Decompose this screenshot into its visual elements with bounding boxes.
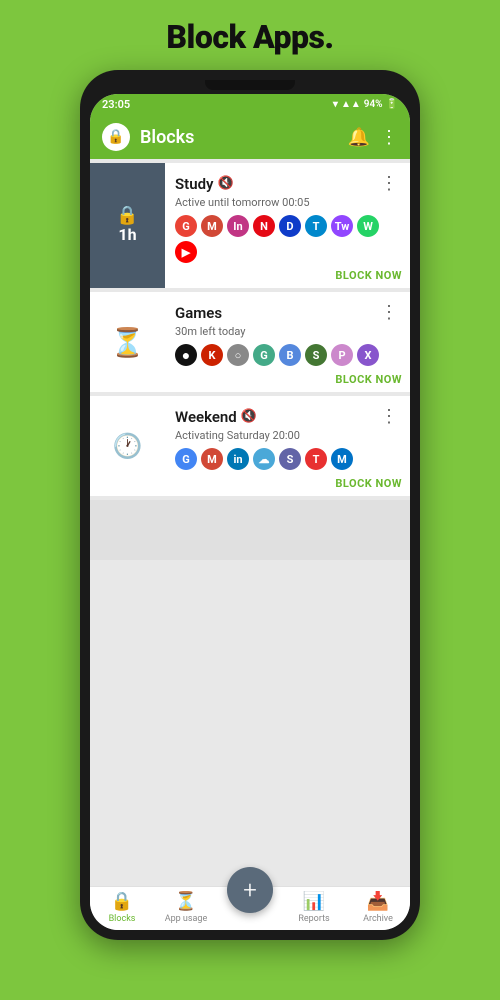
weekend-app-linkedin: in <box>227 448 249 470</box>
app-icon-whatsapp: W <box>357 215 379 237</box>
app-usage-nav-icon: ⏳ <box>175 891 197 912</box>
weekend-name: Weekend <box>175 408 237 426</box>
weekend-app-gmail: M <box>201 448 223 470</box>
games-app-4: G <box>253 344 275 366</box>
study-info: Study 🔇 ⋮ Active until tomorrow 00:05 G … <box>165 163 410 288</box>
phone-notch <box>205 80 295 90</box>
study-subtitle: Active until tomorrow 00:05 <box>175 196 402 209</box>
battery-percent: 94% <box>364 99 383 110</box>
weekend-more-button[interactable]: ⋮ <box>376 406 402 427</box>
games-info: Games ⋮ 30m left today ● K ○ G B S <box>165 292 410 392</box>
study-icon-area: 🔒 1h <box>90 163 165 288</box>
app-icon-gmail: M <box>201 215 223 237</box>
games-app-1: ● <box>175 344 197 366</box>
app-icon-chrome: G <box>175 215 197 237</box>
games-app-icons: ● K ○ G B S P X <box>175 344 402 366</box>
status-right: ▾ ▲▲ 94% 🔋 <box>333 99 398 110</box>
nav-item-blocks[interactable]: 🔒 Blocks <box>90 891 154 924</box>
blocks-nav-icon: 🔒 <box>111 891 133 912</box>
app-icon-netflix: N <box>253 215 275 237</box>
nav-item-reports[interactable]: 📊 Reports <box>282 891 346 924</box>
games-icon-area: ⏳ <box>90 292 165 392</box>
weekend-icon-area: 🕐 <box>90 396 165 496</box>
more-options-icon[interactable]: ⋮ <box>380 127 398 148</box>
app-icon-telegram: T <box>305 215 327 237</box>
app-usage-nav-label: App usage <box>165 914 208 924</box>
weekend-clock-icon: 🕐 <box>113 432 143 460</box>
games-hourglass-icon: ⏳ <box>110 326 145 359</box>
study-header: Study 🔇 ⋮ <box>175 173 402 194</box>
weekend-info: Weekend 🔇 ⋮ Activating Saturday 20:00 G … <box>165 396 410 496</box>
weekend-app-slack: S <box>279 448 301 470</box>
study-lock-time: 1h <box>118 225 136 244</box>
status-bar: 23:05 ▾ ▲▲ 94% 🔋 <box>90 94 410 115</box>
weekend-app-ms: M <box>331 448 353 470</box>
archive-nav-icon: 📥 <box>367 891 389 912</box>
wifi-icon: ▾ <box>333 99 338 110</box>
games-subtitle: 30m left today <box>175 325 402 338</box>
app-icon-youtube: ▶ <box>175 241 197 263</box>
app-icon-instagram: In <box>227 215 249 237</box>
empty-space <box>90 500 410 560</box>
status-time: 23:05 <box>102 98 130 111</box>
weekend-block-now-button[interactable]: BLOCK NOW <box>335 477 402 490</box>
weekend-block-now-row: BLOCK NOW <box>175 477 402 490</box>
games-header: Games ⋮ <box>175 302 402 323</box>
games-app-7: P <box>331 344 353 366</box>
study-bell-off-icon: 🔇 <box>217 176 233 191</box>
phone-wrapper: 23:05 ▾ ▲▲ 94% 🔋 🔒 Blocks 🔔 ⋮ <box>80 70 420 940</box>
battery-icon: 🔋 <box>386 99 398 110</box>
app-icon-discord: D <box>279 215 301 237</box>
reports-nav-label: Reports <box>298 914 329 924</box>
games-block-now-button[interactable]: BLOCK NOW <box>335 373 402 386</box>
games-app-3: ○ <box>227 344 249 366</box>
weekend-subtitle: Activating Saturday 20:00 <box>175 429 402 442</box>
block-card-weekend: 🕐 Weekend 🔇 ⋮ Activating Saturday 20:00 <box>90 396 410 496</box>
app-bar-lock-icon: 🔒 <box>102 123 130 151</box>
weekend-app-icons: G M in ☁ S T M <box>175 448 402 470</box>
study-lock-symbol: 🔒 <box>116 207 138 225</box>
bottom-nav: 🔒 Blocks ⏳ App usage + 📊 Reports 📥 Archi… <box>90 886 410 930</box>
games-name: Games <box>175 304 222 322</box>
block-card-study: 🔒 1h Study 🔇 ⋮ Active until tomo <box>90 163 410 288</box>
weekend-header: Weekend 🔇 ⋮ <box>175 406 402 427</box>
nav-item-archive[interactable]: 📥 Archive <box>346 891 410 924</box>
page-title: Block Apps. <box>166 18 333 56</box>
app-bar: 🔒 Blocks 🔔 ⋮ <box>90 115 410 159</box>
study-block-now-row: BLOCK NOW <box>175 269 402 282</box>
weekend-app-todoist: T <box>305 448 327 470</box>
games-app-8: X <box>357 344 379 366</box>
study-name-row: Study 🔇 <box>175 175 234 193</box>
weekend-name-row: Weekend 🔇 <box>175 408 257 426</box>
weekend-app-drive: G <box>175 448 197 470</box>
study-lock-box: 🔒 1h <box>116 207 138 244</box>
weekend-app-cloud: ☁ <box>253 448 275 470</box>
nav-item-app-usage[interactable]: ⏳ App usage <box>154 891 218 924</box>
fab-button[interactable]: + <box>227 867 273 913</box>
study-block-now-button[interactable]: BLOCK NOW <box>335 269 402 282</box>
phone-screen: 23:05 ▾ ▲▲ 94% 🔋 🔒 Blocks 🔔 ⋮ <box>90 94 410 930</box>
content-area: 🔒 1h Study 🔇 ⋮ Active until tomo <box>90 159 410 886</box>
study-more-button[interactable]: ⋮ <box>376 173 402 194</box>
weekend-bell-off-icon: 🔇 <box>241 409 257 424</box>
games-more-button[interactable]: ⋮ <box>376 302 402 323</box>
block-card-games: ⏳ Games ⋮ 30m left today ● K <box>90 292 410 392</box>
notification-icon[interactable]: 🔔 <box>348 127 370 148</box>
games-block-now-row: BLOCK NOW <box>175 373 402 386</box>
games-app-5: B <box>279 344 301 366</box>
games-app-2: K <box>201 344 223 366</box>
app-bar-title: Blocks <box>140 127 338 148</box>
reports-nav-icon: 📊 <box>303 891 325 912</box>
blocks-nav-label: Blocks <box>109 914 136 924</box>
games-app-6: S <box>305 344 327 366</box>
archive-nav-label: Archive <box>363 914 393 924</box>
games-name-row: Games <box>175 304 222 322</box>
study-name: Study <box>175 175 213 193</box>
app-bar-icons: 🔔 ⋮ <box>348 127 398 148</box>
app-icon-twitch: Tw <box>331 215 353 237</box>
signal-icon: ▲▲ <box>341 99 361 110</box>
study-app-icons: G M In N D T Tw W ▶ <box>175 215 402 263</box>
